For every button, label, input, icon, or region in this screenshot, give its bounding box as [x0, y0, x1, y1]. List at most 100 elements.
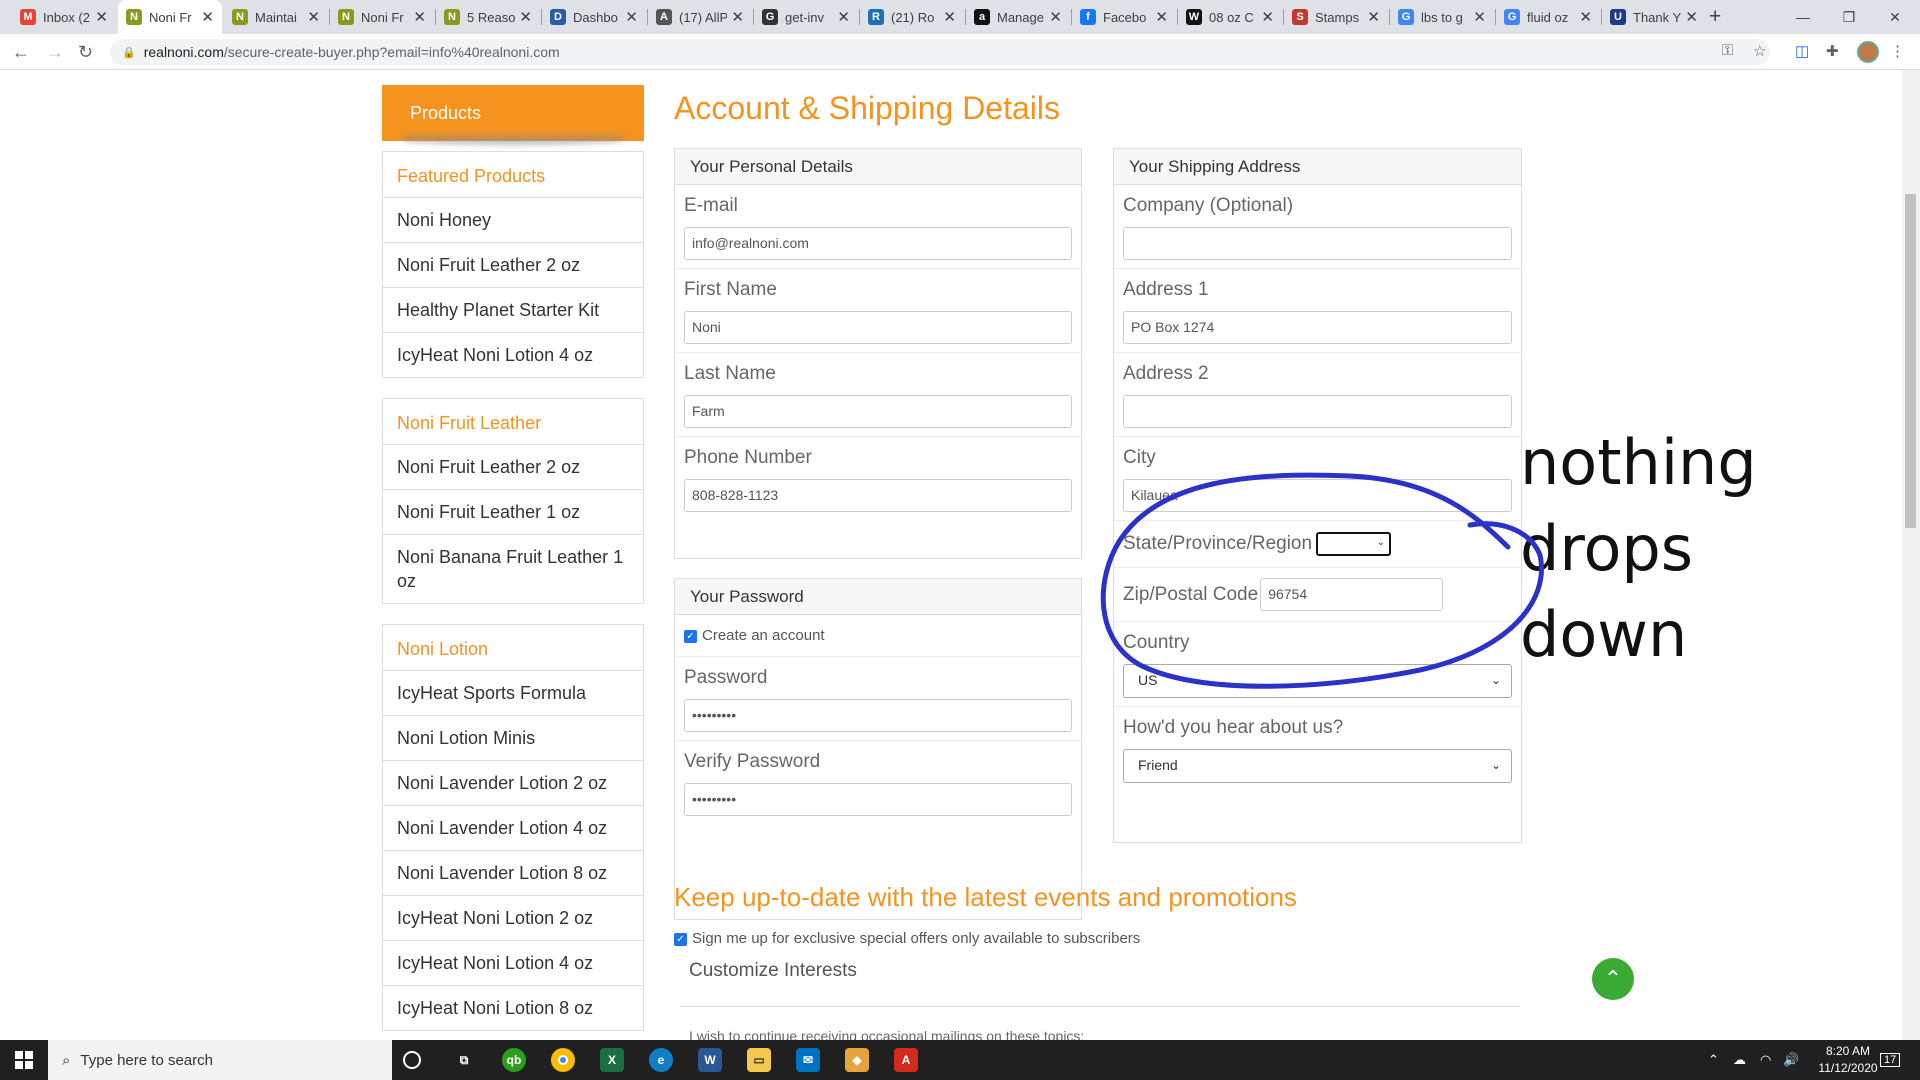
close-tab-icon[interactable]: ✕ — [625, 8, 638, 26]
customize-interests-link[interactable]: Customize Interests — [689, 960, 857, 982]
browser-tab[interactable]: D Dashbo ✕ — [542, 0, 646, 34]
acrobat-icon[interactable]: A — [894, 1048, 918, 1072]
browser-tab[interactable]: Gget-inv ✕ — [754, 0, 858, 34]
close-tab-icon[interactable]: ✕ — [201, 8, 214, 26]
sidebar-product-link[interactable]: Noni Lavender Lotion 8 oz — [383, 851, 643, 896]
sidebar-product-link[interactable]: Noni Fruit Leather 2 oz — [383, 243, 643, 288]
scroll-to-top-button[interactable]: ⌃ — [1592, 958, 1634, 1000]
signup-checkbox[interactable]: ✓ — [674, 932, 687, 946]
browser-tab[interactable]: M Inbox (2 ✕ — [12, 0, 116, 34]
cortana-icon[interactable] — [403, 1051, 421, 1069]
quickbooks-icon[interactable]: qb — [502, 1048, 526, 1072]
word-icon[interactable]: W — [698, 1048, 722, 1072]
close-tab-icon[interactable]: ✕ — [95, 8, 108, 26]
state-select[interactable]: ⌄ — [1316, 532, 1392, 556]
browser-tab[interactable]: f Facebo ✕ — [1072, 0, 1176, 34]
sidebar-product-link[interactable]: IcyHeat Sports Formula — [383, 671, 643, 716]
sidebar-product-link[interactable]: Noni Lotion Minis — [383, 716, 643, 761]
browser-tab[interactable]: N Maintai ✕ — [224, 0, 328, 34]
sidebar-product-link[interactable]: Noni Lavender Lotion 2 oz — [383, 761, 643, 806]
close-tab-icon[interactable]: ✕ — [1155, 8, 1168, 26]
close-tab-icon[interactable]: ✕ — [1261, 8, 1274, 26]
volume-icon[interactable]: 🔊 — [1783, 1040, 1799, 1080]
browser-tab[interactable]: N 5 Reaso ✕ — [436, 0, 540, 34]
close-tab-icon[interactable]: ✕ — [519, 8, 532, 26]
close-tab-icon[interactable]: ✕ — [413, 8, 426, 26]
close-tab-icon[interactable]: ✕ — [1367, 8, 1380, 26]
browser-tab[interactable]: Gfluid oz ✕ — [1496, 0, 1600, 34]
forward-icon[interactable]: → — [46, 41, 64, 63]
sidebar-product-link[interactable]: Healthy Planet Starter Kit — [383, 288, 643, 333]
browser-tab[interactable]: U Thank Y ✕ — [1602, 0, 1706, 34]
browser-tab[interactable]: A (17) AllP ✕ — [648, 0, 752, 34]
maximize-button[interactable]: ❐ — [1826, 0, 1872, 34]
notification-icon[interactable]: 17 — [1880, 1040, 1901, 1080]
close-tab-icon[interactable]: ✕ — [1685, 8, 1698, 26]
sidebar-group-title[interactable]: Featured Products — [383, 152, 643, 198]
sidebar-product-link[interactable]: IcyHeat Noni Lotion 2 oz — [383, 896, 643, 941]
close-tab-icon[interactable]: ✕ — [307, 8, 320, 26]
chrome-icon[interactable] — [551, 1048, 575, 1072]
browser-tab[interactable]: N Noni Fr ✕ — [330, 0, 434, 34]
sidebar-product-link[interactable]: Noni Lavender Lotion 4 oz — [383, 806, 643, 851]
star-icon[interactable]: ☆ — [1753, 42, 1766, 60]
key-icon[interactable]: ⚿ — [1722, 42, 1733, 59]
chevron-up-icon[interactable]: ⌃ — [1708, 1040, 1719, 1080]
city-field[interactable]: Kilauea — [1123, 479, 1512, 512]
password-field[interactable]: ••••••••• — [684, 699, 1072, 732]
address1-field[interactable]: PO Box 1274 — [1123, 311, 1512, 344]
phone-field[interactable]: 808-828-1123 — [684, 479, 1072, 512]
wifi-icon[interactable]: ◠ — [1760, 1040, 1771, 1080]
close-tab-icon[interactable]: ✕ — [837, 8, 850, 26]
sidebar-product-link[interactable]: IcyHeat Noni Lotion 4 oz — [383, 333, 643, 377]
close-window-button[interactable]: ✕ — [1872, 0, 1918, 34]
email-field[interactable]: info@realnoni.com — [684, 227, 1072, 260]
sidebar-product-link[interactable]: IcyHeat Noni Lotion 4 oz — [383, 941, 643, 986]
address2-field[interactable] — [1123, 395, 1512, 428]
menu-icon[interactable]: ⋮ — [1890, 42, 1905, 60]
referral-select[interactable]: Friend ⌄ — [1123, 749, 1512, 783]
extension-icon[interactable]: ◫ — [1795, 42, 1809, 60]
close-tab-icon[interactable]: ✕ — [731, 8, 744, 26]
puzzle-icon[interactable]: ✚ — [1826, 42, 1839, 60]
company-field[interactable] — [1123, 227, 1512, 260]
create-account-checkbox[interactable]: ✓ — [684, 629, 697, 643]
onedrive-icon[interactable]: ☁ — [1733, 1040, 1746, 1080]
taskbar-search[interactable]: ⌕ Type here to search — [48, 1040, 392, 1080]
sidebar-group-title[interactable]: Noni Fruit Leather — [383, 399, 643, 445]
sidebar-product-link[interactable]: IcyHeat Noni Lotion 8 oz — [383, 986, 643, 1030]
sidebar-product-link[interactable]: Noni Fruit Leather 1 oz — [383, 490, 643, 535]
excel-icon[interactable]: X — [600, 1048, 624, 1072]
verify-password-field[interactable]: ••••••••• — [684, 783, 1072, 816]
close-tab-icon[interactable]: ✕ — [1473, 8, 1486, 26]
reload-icon[interactable]: ↻ — [78, 41, 93, 63]
sublime-icon[interactable]: ◆ — [845, 1048, 869, 1072]
zip-field[interactable]: 96754 — [1260, 578, 1444, 611]
close-tab-icon[interactable]: ✕ — [943, 8, 956, 26]
mail-icon[interactable]: ✉ — [796, 1048, 820, 1072]
url-field[interactable]: 🔒 realnoni.com/secure-create-buyer.php?e… — [110, 39, 1770, 65]
new-tab-button[interactable]: + — [1709, 6, 1721, 28]
edge-icon[interactable]: e — [649, 1048, 673, 1072]
browser-tab[interactable]: a Manage ✕ — [966, 0, 1070, 34]
sidebar-group-title[interactable]: Noni Lotion — [383, 625, 643, 671]
last-name-field[interactable]: Farm — [684, 395, 1072, 428]
sidebar-product-link[interactable]: Noni Honey — [383, 198, 643, 243]
back-icon[interactable]: ← — [12, 41, 30, 63]
sidebar-product-link[interactable]: Noni Fruit Leather 2 oz — [383, 445, 643, 490]
browser-tab[interactable]: S Stamps ✕ — [1284, 0, 1388, 34]
avatar[interactable] — [1857, 41, 1879, 63]
taskbar-clock[interactable]: 8:20 AM 11/12/2020 — [1808, 1043, 1888, 1077]
browser-tab[interactable]: R (21) Ro ✕ — [860, 0, 964, 34]
task-view-icon[interactable]: ⧉ — [452, 1048, 476, 1072]
browser-tab[interactable]: Glbs to g ✕ — [1390, 0, 1494, 34]
file-explorer-icon[interactable]: ▭ — [747, 1048, 771, 1072]
country-select[interactable]: US ⌄ — [1123, 664, 1512, 698]
sidebar-product-link[interactable]: Noni Banana Fruit Leather 1 oz — [383, 535, 643, 603]
browser-tab[interactable]: W 08 oz C ✕ — [1178, 0, 1282, 34]
windows-start-icon[interactable] — [0, 1040, 48, 1080]
close-tab-icon[interactable]: ✕ — [1579, 8, 1592, 26]
browser-tab[interactable]: N Noni Fr ✕ — [118, 0, 222, 34]
first-name-field[interactable]: Noni — [684, 311, 1072, 344]
minimize-button[interactable]: — — [1780, 0, 1826, 34]
